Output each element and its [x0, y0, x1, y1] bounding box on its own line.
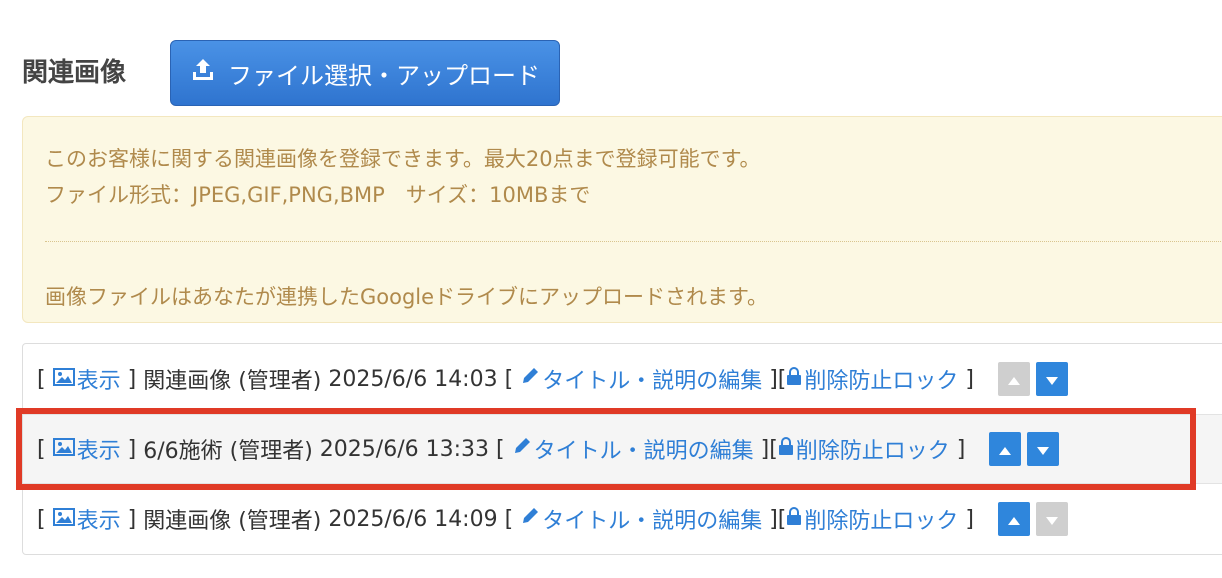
lock-link-label: 削除防止ロック: [804, 509, 959, 534]
pencil-icon: [520, 366, 540, 392]
edit-link-label: タイトル・説明の編集: [542, 509, 763, 534]
move-down-button[interactable]: [1035, 362, 1068, 396]
edit-link[interactable]: タイトル・説明の編集: [512, 433, 754, 465]
image-datetime: 2025/6/6 14:03: [328, 366, 498, 392]
image-icon: [52, 437, 75, 462]
upload-icon: [190, 57, 216, 89]
notice-line-format: ファイル形式：JPEG,GIF,PNG,BMP サイズ：10MBまで: [45, 183, 591, 207]
lock-icon: [786, 506, 802, 532]
bracket: ]: [127, 506, 137, 532]
bracket: [: [37, 366, 46, 392]
bracket: ][: [760, 436, 778, 462]
view-link[interactable]: 表示: [52, 433, 121, 465]
lock-link[interactable]: 削除防止ロック: [786, 503, 958, 535]
bracket: ][: [769, 366, 787, 392]
image-title: 関連画像: [143, 509, 232, 534]
edit-link-label: タイトル・説明の編集: [533, 439, 754, 464]
image-title: 関連画像: [143, 369, 232, 394]
bracket: [: [37, 506, 46, 532]
image-author: (管理者): [238, 369, 322, 394]
image-icon: [52, 507, 75, 532]
edit-link[interactable]: タイトル・説明の編集: [520, 503, 762, 535]
pencil-icon: [512, 436, 532, 462]
bracket: ]: [956, 436, 966, 462]
image-icon: [52, 367, 75, 392]
section-heading: 関連画像: [22, 58, 127, 88]
move-up-button[interactable]: [997, 362, 1030, 396]
move-up-button[interactable]: [989, 432, 1022, 466]
view-link[interactable]: 表示: [52, 503, 121, 535]
image-row: [ 表示 ] 関連画像 (管理者) 2025/6/6 14:03 [ タイトル・…: [23, 344, 1222, 414]
lock-icon: [786, 366, 802, 392]
arrow-down-icon: [1045, 367, 1059, 392]
bracket: ]: [965, 506, 974, 532]
lock-link-label: 削除防止ロック: [804, 369, 959, 394]
image-row: [ 表示 ] 6/6施術 (管理者) 2025/6/6 13:33 [ タイトル…: [23, 414, 1222, 484]
image-row: [ 表示 ] 関連画像 (管理者) 2025/6/6 14:09 [ タイトル・…: [23, 484, 1222, 554]
move-down-button[interactable]: [1035, 502, 1068, 536]
lock-link[interactable]: 削除防止ロック: [786, 363, 958, 395]
arrow-up-icon: [1007, 367, 1021, 392]
lock-link-label: 削除防止ロック: [795, 439, 950, 464]
upload-button[interactable]: ファイル選択・アップロード: [170, 40, 560, 106]
view-link-label: 表示: [76, 369, 121, 394]
view-link-label: 表示: [76, 509, 121, 534]
notice-line-drive: 画像ファイルはあなたが連携したGoogleドライブにアップロードされます。: [45, 285, 768, 309]
image-author: (管理者): [229, 439, 313, 464]
view-link-label: 表示: [76, 439, 121, 464]
lock-icon: [778, 436, 794, 462]
upload-button-label: ファイル選択・アップロード: [228, 61, 540, 90]
view-link[interactable]: 表示: [52, 363, 121, 395]
notice-box: このお客様に関する関連画像を登録できます。最大20点まで登録可能です。 ファイル…: [22, 116, 1222, 323]
lock-link[interactable]: 削除防止ロック: [778, 433, 950, 465]
image-datetime: 2025/6/6 13:33: [319, 436, 489, 462]
arrow-up-icon: [1007, 507, 1021, 532]
bracket: [: [504, 506, 514, 532]
bracket: ][: [769, 506, 787, 532]
edit-link[interactable]: タイトル・説明の編集: [520, 363, 762, 395]
bracket: ]: [127, 366, 137, 392]
bracket: [: [37, 436, 46, 462]
image-title: 6/6施術: [143, 439, 223, 464]
image-list: [ 表示 ] 関連画像 (管理者) 2025/6/6 14:03 [ タイトル・…: [22, 343, 1222, 555]
image-datetime: 2025/6/6 14:09: [328, 506, 498, 532]
bracket: [: [496, 436, 505, 462]
move-up-button[interactable]: [997, 502, 1030, 536]
notice-divider: [45, 241, 1222, 242]
bracket: ]: [965, 366, 974, 392]
arrow-up-icon: [998, 437, 1012, 462]
bracket: [: [504, 366, 514, 392]
edit-link-label: タイトル・説明の編集: [542, 369, 763, 394]
bracket: ]: [127, 436, 137, 462]
pencil-icon: [520, 506, 540, 532]
arrow-down-icon: [1045, 507, 1059, 532]
move-down-button[interactable]: [1027, 432, 1060, 466]
image-author: (管理者): [238, 509, 322, 534]
notice-line-limit: このお客様に関する関連画像を登録できます。最大20点まで登録可能です。: [45, 147, 761, 171]
arrow-down-icon: [1036, 437, 1050, 462]
